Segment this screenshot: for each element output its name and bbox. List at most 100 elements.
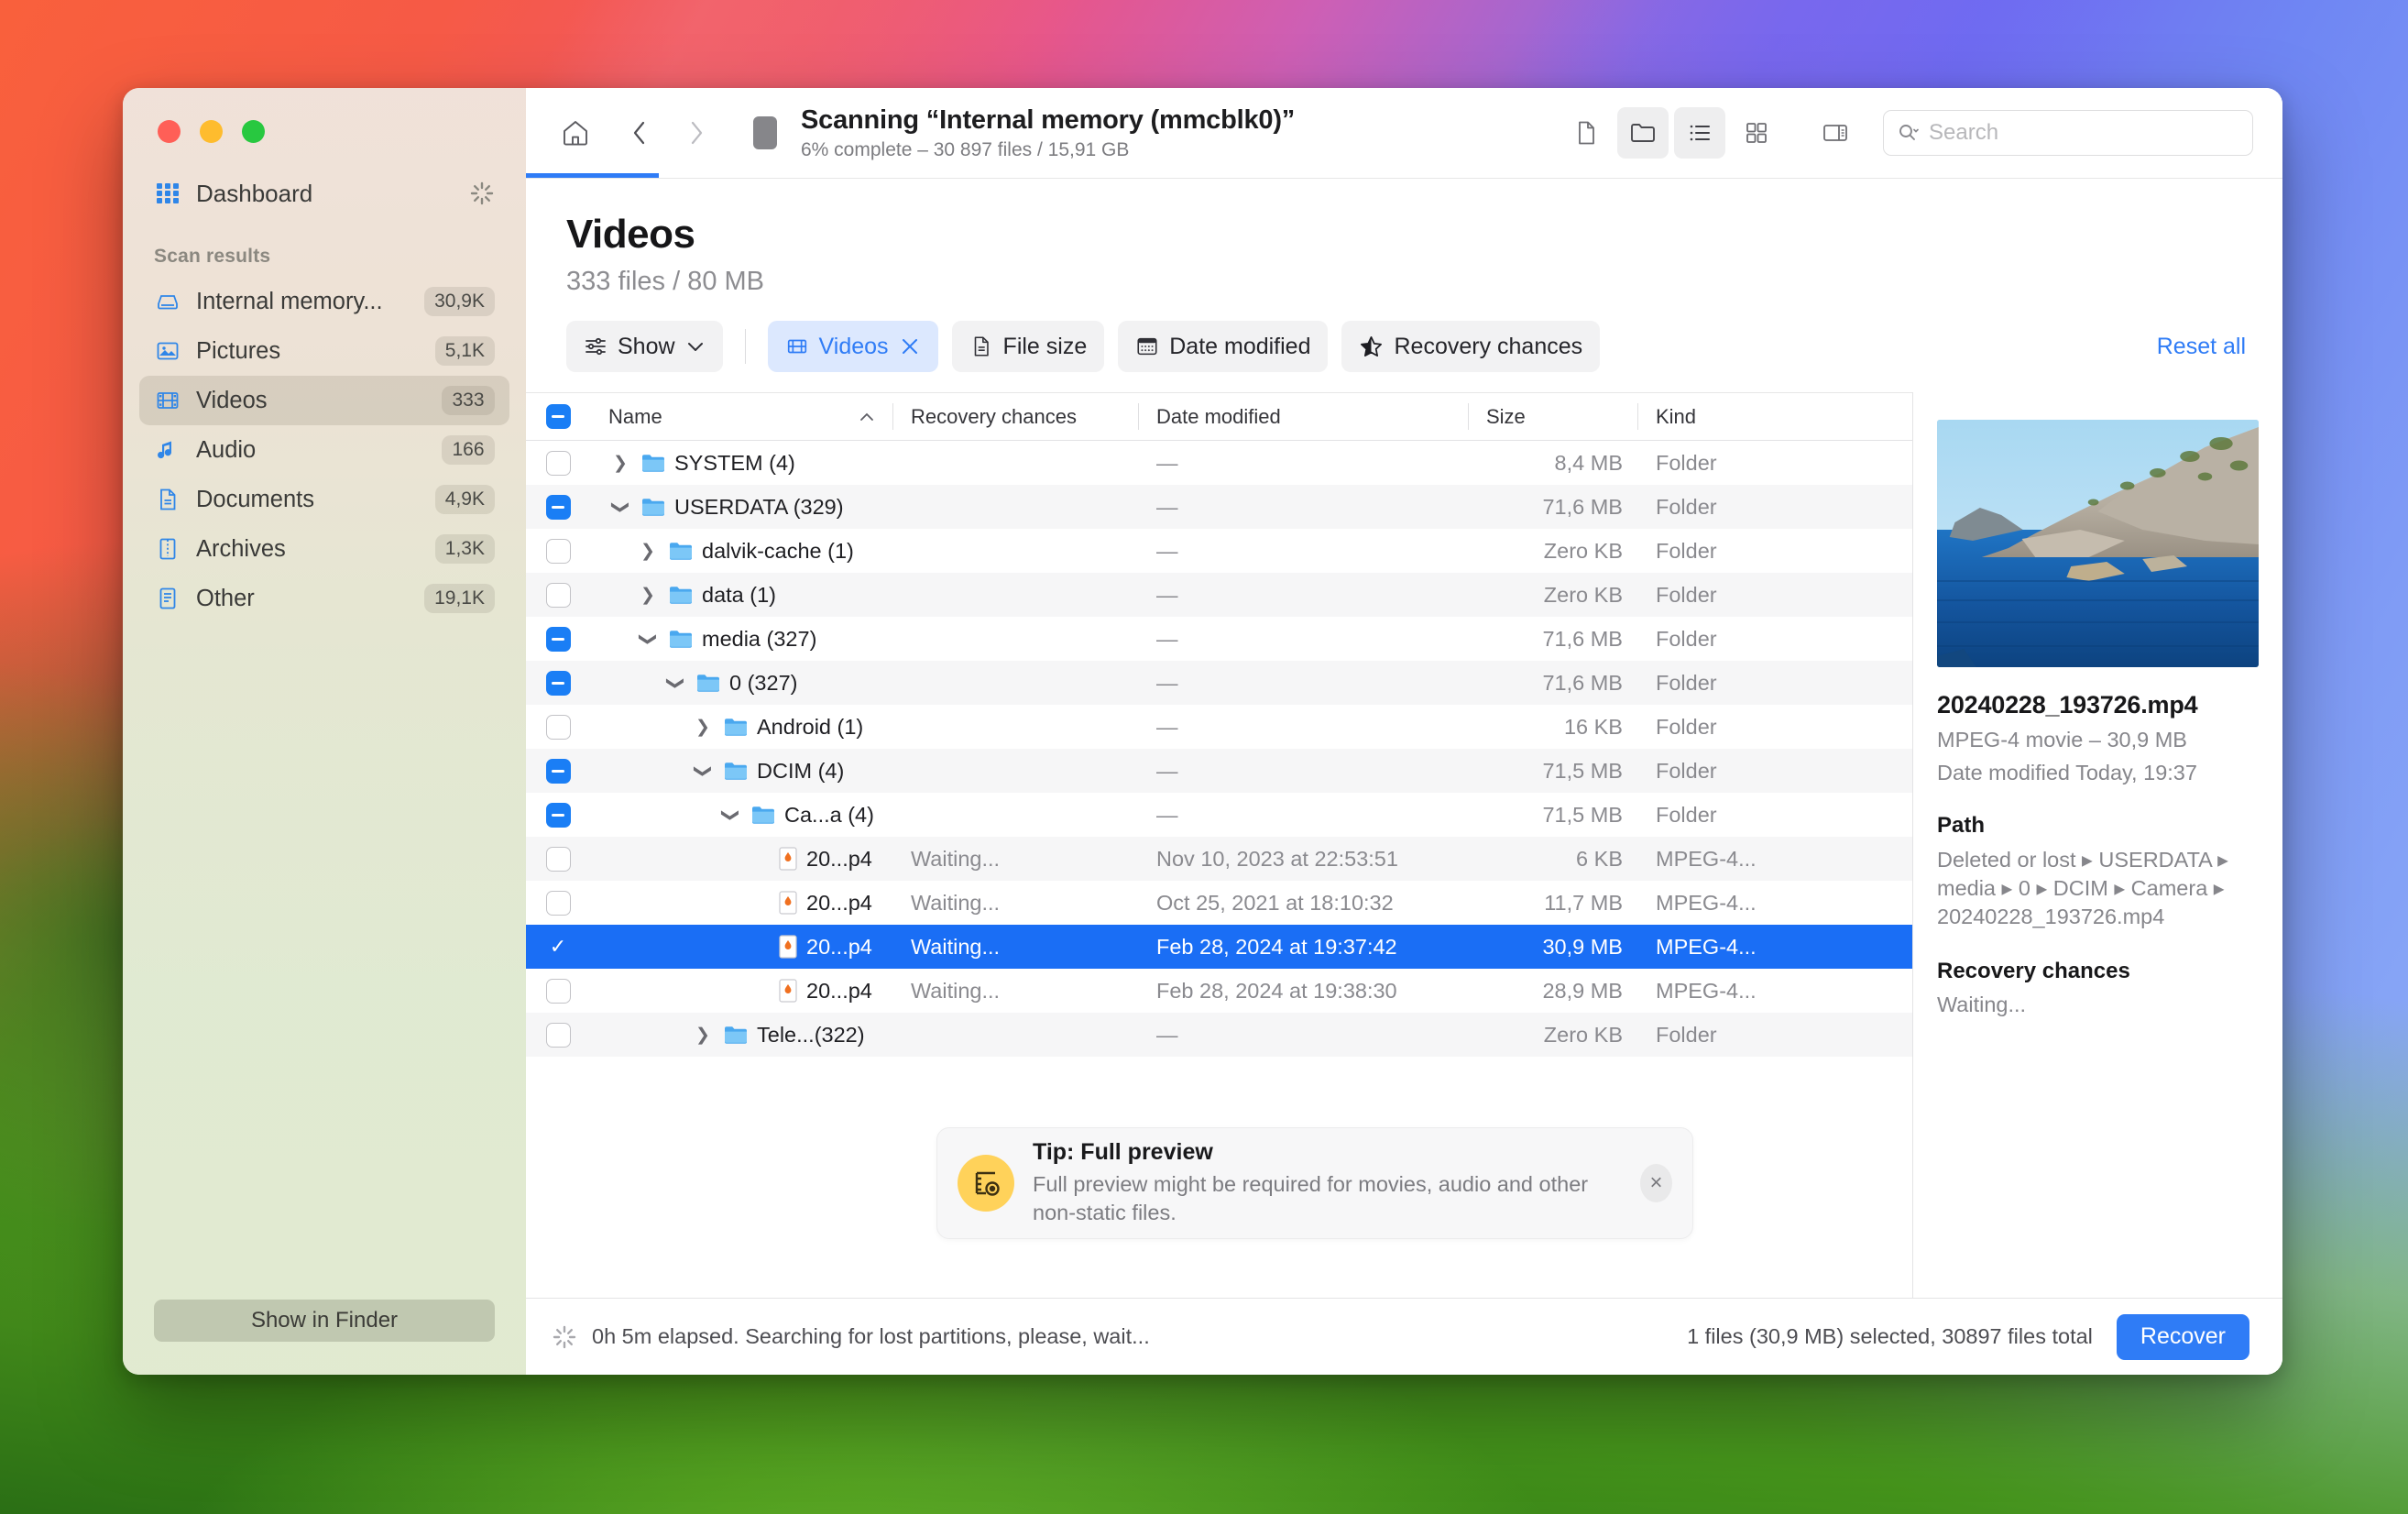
table-row[interactable]: ❯ 0 (327) — 71,6 MB Folder xyxy=(526,661,1912,705)
sidebar-item-count: 4,9K xyxy=(434,485,495,514)
sidebar-item-count: 1,3K xyxy=(434,534,495,564)
table-row[interactable]: 20...p4 Waiting... Oct 25, 2021 at 18:10:3… xyxy=(526,881,1912,925)
search-input[interactable] xyxy=(1929,120,2239,146)
home-button[interactable] xyxy=(550,107,601,159)
list-view-icon[interactable] xyxy=(1674,107,1725,159)
sidebar-item-archives[interactable]: Archives 1,3K xyxy=(139,524,509,574)
filter-chip-date-modified[interactable]: Date modified xyxy=(1118,321,1329,372)
table-row[interactable]: 20...p4 Waiting... Feb 28, 2024 at 19:38:3… xyxy=(526,969,1912,1013)
row-checkbox[interactable] xyxy=(526,626,590,652)
table-row[interactable]: ❯ media (327) — 71,6 MB Folder xyxy=(526,617,1912,661)
navigation-arrows xyxy=(614,107,722,159)
folder-view-icon[interactable] xyxy=(1617,107,1669,159)
row-checkbox[interactable] xyxy=(526,846,590,872)
show-filter-label: Show xyxy=(618,333,675,359)
filter-chip-label: Recovery chances xyxy=(1394,333,1583,359)
filter-chip-videos[interactable]: Videos xyxy=(767,321,938,372)
filter-chip-file-size[interactable]: File size xyxy=(951,321,1105,372)
row-checkbox[interactable] xyxy=(526,978,590,1004)
table-row[interactable]: ❯ USERDATA (329) — 71,6 MB Folder xyxy=(526,485,1912,529)
row-recovery-cell: Waiting... xyxy=(911,978,1001,1003)
dashboard-grid-icon xyxy=(154,180,181,207)
checkbox-unchecked-icon xyxy=(545,582,571,608)
checkbox-mixed-icon xyxy=(545,802,571,828)
row-kind-cell: Folder xyxy=(1656,802,1717,827)
table-row[interactable]: ❯ data (1) — Zero KB Folder xyxy=(526,573,1912,617)
filter-chip-recovery-chances[interactable]: Recovery chances xyxy=(1341,321,1601,372)
column-header-size[interactable]: Size xyxy=(1468,393,1637,440)
reset-all-button[interactable]: Reset all xyxy=(2157,334,2246,360)
chevron-down-icon[interactable]: ❯ xyxy=(665,671,686,695)
row-checkbox[interactable] xyxy=(526,714,590,740)
row-name-cell: ❯ dalvik-cache (1) xyxy=(590,529,892,573)
table-row[interactable]: ❯ Android (1) — 16 KB Folder xyxy=(526,705,1912,749)
row-name-cell: ❯ USERDATA (329) xyxy=(590,485,892,529)
select-all-checkbox[interactable] xyxy=(526,404,590,429)
folder-icon xyxy=(723,760,749,782)
sidebar-item-other[interactable]: Other 19,1K xyxy=(139,574,509,623)
checkbox-unchecked-icon xyxy=(545,450,571,476)
document-icon xyxy=(969,335,993,358)
row-checkbox[interactable] xyxy=(526,450,590,476)
row-size-cell: 28,9 MB xyxy=(1542,978,1623,1003)
row-date-cell: — xyxy=(1156,494,1178,519)
stop-scan-button[interactable] xyxy=(753,116,777,149)
row-checkbox[interactable] xyxy=(526,670,590,696)
table-row[interactable]: ✓ 20...p4 Waiting... Feb 28, 2024 at 19:37:… xyxy=(526,925,1912,969)
row-checkbox[interactable] xyxy=(526,802,590,828)
calendar-icon xyxy=(1135,335,1159,358)
row-checkbox[interactable] xyxy=(526,890,590,916)
file-view-icon[interactable] xyxy=(1560,107,1612,159)
row-kind-cell: Folder xyxy=(1656,626,1717,651)
row-checkbox[interactable] xyxy=(526,538,590,564)
chevron-down-icon[interactable]: ❯ xyxy=(693,759,714,783)
sidebar-item-internal-memory[interactable]: Internal memory... 30,9K xyxy=(139,277,509,326)
chevron-right-icon[interactable]: ❯ xyxy=(608,453,632,474)
search-field[interactable] xyxy=(1883,110,2253,156)
chevron-right-icon[interactable]: ❯ xyxy=(691,1025,715,1046)
chevron-right-icon[interactable]: ❯ xyxy=(636,585,660,606)
column-header-recovery-chances[interactable]: Recovery chances xyxy=(892,393,1138,440)
chevron-right-icon[interactable]: ❯ xyxy=(636,541,660,562)
row-checkbox[interactable] xyxy=(526,1022,590,1048)
minimize-button[interactable] xyxy=(200,120,223,143)
chevron-right-icon[interactable]: ❯ xyxy=(691,717,715,738)
show-filter-button[interactable]: Show xyxy=(566,321,723,372)
maximize-button[interactable] xyxy=(242,120,265,143)
preview-thumbnail xyxy=(1937,420,2259,667)
table-row[interactable]: 20...p4 Waiting... Nov 10, 2023 at 22:53:5… xyxy=(526,837,1912,881)
table-row[interactable]: ❯ Tele...(322) — Zero KB Folder xyxy=(526,1013,1912,1057)
sidebar-item-audio[interactable]: Audio 166 xyxy=(139,425,509,475)
chevron-down-icon[interactable]: ❯ xyxy=(610,495,631,519)
forward-button[interactable] xyxy=(671,107,722,159)
side-panel-icon[interactable] xyxy=(1810,107,1861,159)
table-row[interactable]: ❯ DCIM (4) — 71,5 MB Folder xyxy=(526,749,1912,793)
row-checkbox[interactable]: ✓ xyxy=(526,935,590,960)
table-row[interactable]: ❯ dalvik-cache (1) — Zero KB Folder xyxy=(526,529,1912,573)
chevron-down-icon[interactable]: ❯ xyxy=(720,803,741,827)
close-button[interactable] xyxy=(158,120,181,143)
sidebar-item-documents[interactable]: Documents 4,9K xyxy=(139,475,509,524)
sidebar-item-videos[interactable]: Videos 333 xyxy=(139,376,509,425)
show-in-finder-button[interactable]: Show in Finder xyxy=(154,1300,495,1342)
column-header-date-modified[interactable]: Date modified xyxy=(1138,393,1468,440)
sidebar-item-dashboard[interactable]: Dashboard xyxy=(139,169,509,218)
chevron-down-icon[interactable]: ❯ xyxy=(638,627,659,651)
row-checkbox[interactable] xyxy=(526,582,590,608)
close-icon[interactable]: × xyxy=(1639,1164,1672,1202)
row-checkbox[interactable] xyxy=(526,494,590,520)
checkbox-unchecked-icon xyxy=(545,846,571,872)
row-kind-cell: MPEG-4... xyxy=(1656,890,1757,915)
recover-button[interactable]: Recover xyxy=(2116,1313,2249,1360)
table-row[interactable]: ❯ SYSTEM (4) — 8,4 MB Folder xyxy=(526,441,1912,485)
back-button[interactable] xyxy=(614,107,665,159)
grid-view-icon[interactable] xyxy=(1731,107,1782,159)
row-date-cell: — xyxy=(1156,1022,1178,1047)
row-size-cell: 6 KB xyxy=(1576,846,1623,871)
column-header-name[interactable]: Name xyxy=(590,393,892,440)
column-header-kind[interactable]: Kind xyxy=(1637,393,1912,440)
table-row[interactable]: ❯ Ca...a (4) — 71,5 MB Folder xyxy=(526,793,1912,837)
sidebar-item-pictures[interactable]: Pictures 5,1K xyxy=(139,326,509,376)
remove-filter-icon[interactable] xyxy=(899,335,921,357)
row-checkbox[interactable] xyxy=(526,758,590,784)
